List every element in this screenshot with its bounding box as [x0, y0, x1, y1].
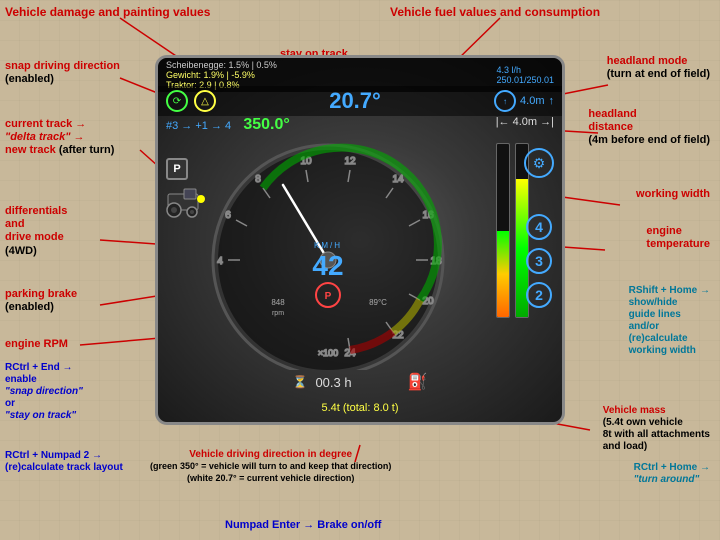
svg-text:42: 42 — [312, 250, 343, 281]
track-right: ↑ 4.0m ↑ — [494, 90, 554, 112]
label-engine-temp: enginetemperature — [646, 225, 710, 251]
width-up-arrow: ↑ — [549, 95, 555, 107]
label-snap-driving: snap driving direction(enabled) — [5, 60, 120, 86]
svg-text:12: 12 — [344, 156, 356, 167]
gear-3-badge: 3 — [526, 248, 552, 274]
track-icons: ⟳ △ — [166, 90, 216, 112]
parking-indicator: P — [166, 158, 188, 180]
svg-text:848: 848 — [271, 298, 285, 307]
snap-icon: ⟳ — [166, 90, 188, 112]
svg-text:89°C: 89°C — [369, 298, 387, 307]
tractor-icon — [166, 184, 208, 219]
track-width-row: |← 4.0m →| — [496, 116, 554, 128]
tachometer: 4 6 8 10 12 14 16 — [198, 130, 458, 370]
label-working-width: working width — [636, 188, 710, 201]
label-differentials: differentialsanddrive mode(4WD) — [5, 205, 67, 258]
label-vehicle-mass: Vehicle mass(5.4t own vehicle8t with all… — [603, 405, 710, 453]
svg-text:KM/H: KM/H — [314, 241, 342, 250]
mass-display: 5.4t (total: 8.0 t) — [321, 402, 398, 414]
heading-blue: 20.7° — [216, 90, 494, 112]
fuel-icon: ⛽ — [408, 372, 428, 392]
timer-display: 00.3 h — [315, 375, 351, 390]
width-value: 4.0m — [520, 95, 544, 107]
width-icon: ↑ — [494, 90, 516, 112]
temp-bar-fill — [497, 231, 509, 318]
gear-4-badge: 4 — [526, 214, 552, 240]
svg-text:14: 14 — [392, 174, 404, 185]
track-icon: △ — [194, 90, 216, 112]
dashboard: Scheibenegge: 1.5% | 0.5% Gewicht: 1.9% … — [155, 55, 565, 425]
fuel-info: 4.3 l/h 250.01/250.01 — [496, 65, 554, 85]
svg-text:×100: ×100 — [318, 348, 338, 358]
label-vehicle-fuel: Vehicle fuel values and consumption — [390, 5, 600, 19]
temp-bar — [496, 143, 510, 318]
left-side-panel: P — [166, 158, 211, 224]
label-parking-brake: parking brake(enabled) — [5, 288, 77, 314]
label-vehicle-direction: Vehicle driving direction in degree (gre… — [150, 449, 391, 485]
label-rshift-home: RShift + Home →show/hideguide linesand/o… — [629, 285, 710, 357]
tacho-svg: 4 6 8 10 12 14 16 — [198, 130, 458, 370]
svg-text:6: 6 — [225, 210, 231, 221]
bottom-bar: ⏳ 00.3 h ⛽ — [158, 372, 562, 392]
svg-text:4: 4 — [217, 256, 223, 267]
label-rctrl-home: RCtrl + Home →"turn around" — [634, 462, 710, 486]
svg-text:8: 8 — [255, 174, 261, 185]
width-arrows: |← 4.0m →| — [496, 116, 554, 128]
svg-text:P: P — [325, 291, 332, 302]
label-current-track: current track →"delta track" →new track … — [5, 118, 114, 158]
right-side-panel: ⚙ 4 3 2 — [524, 148, 554, 308]
gear-icon: ⚙ — [524, 148, 554, 178]
label-headland-distance: headlanddistance(4m before end of field) — [588, 108, 710, 148]
track-info-row: ⟳ △ 20.7° ↑ 4.0m ↑ — [158, 86, 562, 116]
gear-2-badge: 2 — [526, 282, 552, 308]
label-vehicle-damage: Vehicle damage and painting values — [5, 5, 210, 19]
label-engine-rpm: engine RPM — [5, 338, 68, 351]
svg-text:rpm: rpm — [272, 310, 284, 317]
heading-display: 20.7° — [216, 90, 494, 112]
hourglass-icon: ⏳ — [292, 375, 307, 389]
label-rctrl-numpad: RCtrl + Numpad 2 →(re)calculate track la… — [5, 450, 123, 474]
label-numpad-enter: Numpad Enter → Brake on/off — [225, 519, 381, 532]
label-rctrl-end: RCtrl + End →enable"snap direction"or"st… — [5, 362, 83, 422]
label-headland-mode: headland mode(turn at end of field) — [607, 55, 710, 81]
